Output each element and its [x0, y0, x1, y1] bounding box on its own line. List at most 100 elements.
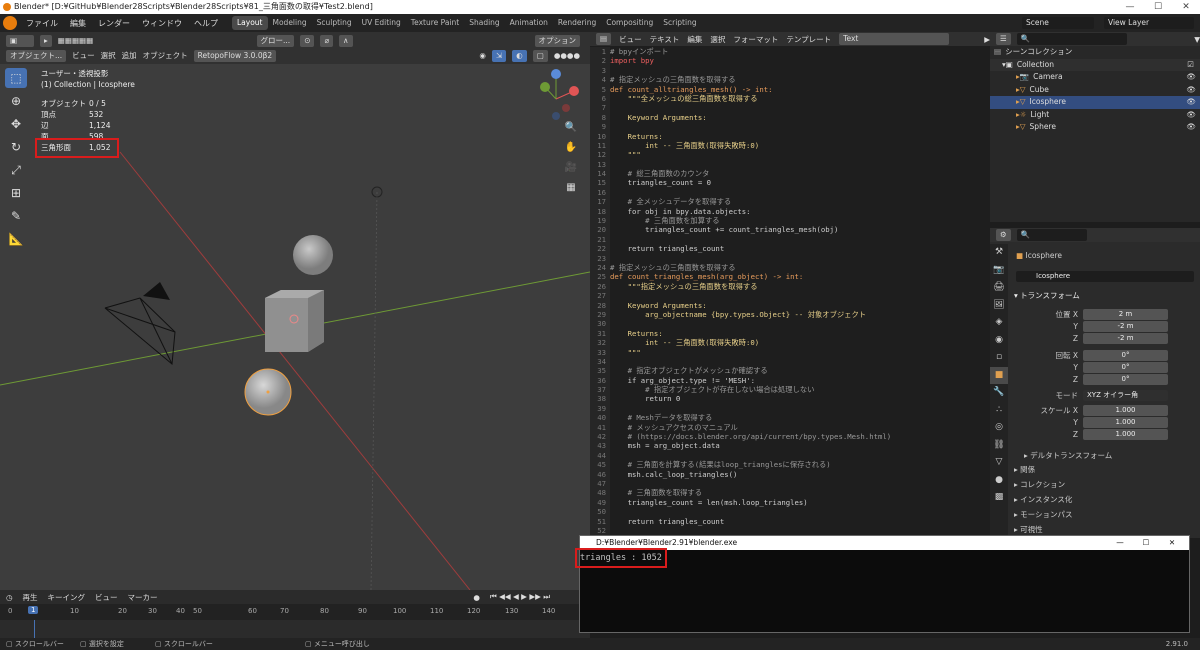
code-line[interactable]: 10 Returns: — [590, 131, 990, 141]
code-line[interactable]: 11 int -- 三角面数(取得失敗時:0) — [590, 140, 990, 151]
xray-icon[interactable]: ▢ — [532, 49, 548, 62]
code-line[interactable]: 43 msh = arg_object.data — [590, 441, 990, 451]
code-line[interactable]: 15 triangles_count = 0 — [590, 178, 990, 188]
timeline-menu-playback[interactable]: 再生 — [23, 592, 38, 603]
blender-menu-icon[interactable] — [3, 16, 17, 30]
code-line[interactable]: 4 # 指定メッシュの三角面数を取得する — [590, 75, 990, 85]
timeline-menu-marker[interactable]: マーカー — [128, 592, 158, 603]
code-line[interactable]: 28 Keyword Arguments: — [590, 300, 990, 310]
code-line[interactable]: 41 # メッシュアクセスのマニュアル — [590, 422, 990, 433]
object-name-field[interactable]: Icosphere — [1016, 271, 1194, 282]
code-line[interactable]: 31 Returns: — [590, 328, 990, 339]
code-line[interactable]: 21 — [590, 234, 990, 245]
scale-x-field[interactable]: 1.000 — [1083, 405, 1168, 416]
code-line[interactable]: 7 — [590, 103, 990, 113]
scale-z-field[interactable]: 1.000 — [1083, 429, 1168, 440]
rotation-y-field[interactable]: 0° — [1083, 362, 1168, 373]
select-box-tool-icon[interactable]: ⬚ — [5, 68, 27, 88]
outliner-item-light[interactable]: ▸☼ Light 👁 — [990, 109, 1200, 122]
code-line[interactable]: 50 — [590, 507, 990, 517]
code-line[interactable]: 40 # Meshデータを取得する — [590, 413, 990, 423]
rotation-mode-dropdown[interactable]: XYZ オイラー角 — [1083, 390, 1168, 401]
outliner-item-sphere[interactable]: ▸▽ Sphere 👁 — [990, 121, 1200, 134]
te-menu-select[interactable]: 選択 — [710, 34, 725, 45]
retopoflow-menu[interactable]: RetopoFlow 3.0.0β2 — [193, 49, 277, 62]
menu-file[interactable]: ファイル — [20, 18, 64, 29]
menu-render[interactable]: レンダー — [92, 18, 136, 29]
code-line[interactable]: 23 — [590, 253, 990, 263]
menu-edit[interactable]: 編集 — [64, 18, 92, 29]
mode-selector[interactable]: オブジェクト... — [6, 49, 67, 62]
code-line[interactable]: 19 # 三角面数を加算する — [590, 216, 990, 226]
tab-animation[interactable]: Animation — [505, 16, 553, 30]
text-editor-type-icon[interactable]: ▤ — [596, 33, 612, 45]
scale-tool-icon[interactable]: ⤢ — [5, 160, 27, 180]
camera-view-icon[interactable]: 🎥 — [563, 160, 579, 176]
tab-scripting[interactable]: Scripting — [658, 16, 701, 30]
menu-window[interactable]: ウィンドウ — [136, 18, 188, 29]
te-menu-view[interactable]: ビュー — [619, 34, 642, 45]
transform-tool-icon[interactable]: ⊞ — [5, 183, 27, 203]
outliner-item-cube[interactable]: ▸▽ Cube 👁 — [990, 84, 1200, 97]
tab-modeling[interactable]: Modeling — [268, 16, 312, 30]
menu-object[interactable]: オブジェクト — [143, 50, 188, 61]
options-dropdown[interactable]: オプション — [534, 34, 580, 47]
code-line[interactable]: 3 — [590, 65, 990, 76]
instancing-panel[interactable]: ▸ インスタンス化 — [1014, 494, 1072, 506]
code-line[interactable]: 35 # 指定オブジェクトがメッシュか確認する — [590, 366, 990, 376]
location-x-field[interactable]: 2 m — [1083, 309, 1168, 320]
text-datablock-name[interactable]: Text — [839, 33, 950, 45]
rotation-z-field[interactable]: 0° — [1083, 374, 1168, 385]
code-line[interactable]: 47 — [590, 478, 990, 489]
current-frame[interactable]: 1 — [28, 606, 39, 614]
code-line[interactable]: 44 — [590, 450, 990, 461]
code-line[interactable]: 5 def count_alltriangles_mesh() -> int: — [590, 84, 990, 94]
perspective-grid-icon[interactable]: ▦ — [563, 180, 579, 196]
code-line[interactable]: 48 # 三角面数を取得する — [590, 488, 990, 498]
outliner-item-camera[interactable]: ▸📷 Camera 👁 — [990, 71, 1200, 84]
tab-layout[interactable]: Layout — [232, 16, 268, 30]
rotate-tool-icon[interactable]: ↻ — [5, 137, 27, 157]
outliner-search-input[interactable]: 🔍 — [1016, 33, 1127, 45]
te-menu-edit[interactable]: 編集 — [687, 34, 702, 45]
code-line[interactable]: 52 — [590, 525, 990, 536]
properties-type-icon[interactable]: ⚙ — [996, 229, 1011, 241]
timeline-menu-keying[interactable]: キーイング — [48, 592, 86, 603]
visibility-icon[interactable]: ◉ — [479, 51, 486, 60]
pivot-icon[interactable]: ⊙ — [300, 34, 315, 47]
timeline-editor[interactable]: ◷ 再生 キーイング ビュー マーカー ● ⏮ ◀◀ ◀ ▶ ▶▶ ⏭ 0 10… — [0, 590, 590, 638]
code-line[interactable]: 39 — [590, 403, 990, 414]
console-close-button[interactable]: ✕ — [1159, 536, 1185, 550]
annotate-tool-icon[interactable]: ✎ — [5, 206, 27, 226]
record-icon[interactable]: ● — [473, 593, 480, 602]
gizmo-toggle-icon[interactable]: ⇲ — [491, 49, 507, 62]
timeline-menu-view[interactable]: ビュー — [95, 592, 118, 603]
code-line[interactable]: 36 if arg_object.type != 'MESH': — [590, 375, 990, 386]
close-button[interactable]: ✕ — [1172, 0, 1200, 14]
code-line[interactable]: 8 Keyword Arguments: — [590, 112, 990, 123]
code-line[interactable]: 51 return triangles_count — [590, 516, 990, 526]
playback-controls[interactable]: ⏮ ◀◀ ◀ ▶ ▶▶ ⏭ — [490, 592, 550, 602]
code-line[interactable]: 32 int -- 三角面数(取得失敗時:0) — [590, 338, 990, 348]
scene-selector[interactable]: Scene — [1022, 17, 1094, 29]
collections-panel[interactable]: ▸ コレクション — [1014, 479, 1065, 491]
te-menu-templates[interactable]: テンプレート — [786, 34, 831, 45]
outliner-type-icon[interactable]: ☰ — [996, 33, 1011, 45]
code-line[interactable]: 27 — [590, 291, 990, 301]
tab-rendering[interactable]: Rendering — [553, 16, 601, 30]
tab-sculpting[interactable]: Sculpting — [312, 16, 357, 30]
code-line[interactable]: 24 # 指定メッシュの三角面数を取得する — [590, 262, 990, 273]
filter-icon[interactable]: ▼ — [1194, 35, 1200, 44]
console-maximize-button[interactable]: ☐ — [1133, 536, 1159, 550]
te-menu-text[interactable]: テキスト — [650, 34, 680, 45]
tab-uv-editing[interactable]: UV Editing — [357, 16, 406, 30]
code-line[interactable]: 45 # 三角面を計算する(結果はloop_trianglesに保存される) — [590, 460, 990, 470]
properties-search-input[interactable]: 🔍 — [1016, 229, 1087, 241]
scale-y-field[interactable]: 1.000 — [1083, 417, 1168, 428]
select-tool-button[interactable]: ▸ — [40, 34, 52, 47]
console-window[interactable]: D:¥Blender¥Blender2.91¥blender.exe — ☐ ✕… — [579, 535, 1190, 633]
code-line[interactable]: 20 triangles_count += count_triangles_me… — [590, 225, 990, 235]
editor-type-button[interactable]: ▣ — [6, 34, 34, 47]
transform-panel-header[interactable]: ▾ トランスフォーム — [1014, 290, 1080, 302]
zoom-icon[interactable]: 🔍 — [563, 120, 579, 136]
